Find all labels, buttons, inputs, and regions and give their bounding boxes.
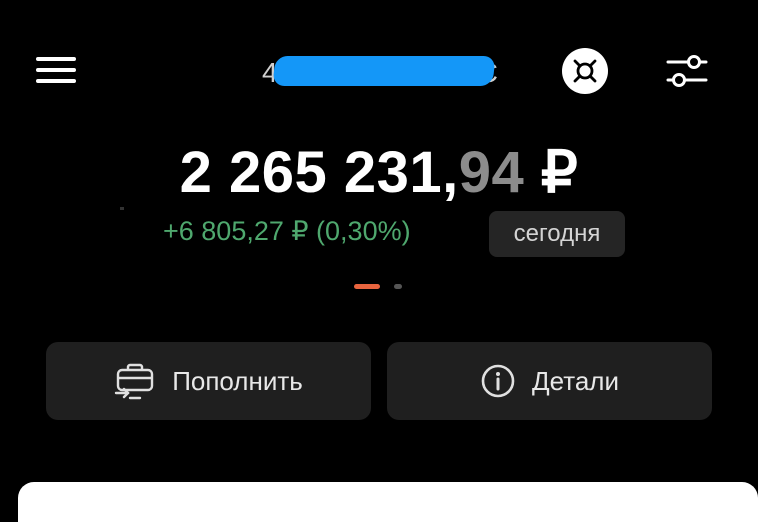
- briefcase-transfer-icon: [114, 363, 154, 400]
- balance-fraction: 94: [458, 140, 525, 205]
- speck: [120, 207, 124, 210]
- details-button[interactable]: Детали: [387, 342, 712, 420]
- generic-currency-icon: [573, 59, 597, 83]
- account-name-redaction: [272, 56, 496, 86]
- period-selector[interactable]: сегодня: [489, 211, 625, 257]
- details-label: Детали: [532, 365, 619, 396]
- top-up-button[interactable]: Пополнить: [46, 342, 371, 420]
- sliders-icon[interactable]: [666, 54, 708, 88]
- balance-currency: ₽: [524, 140, 579, 205]
- account-selector[interactable]: 4 С: [258, 52, 504, 90]
- bottom-sheet[interactable]: [18, 482, 758, 522]
- page-dot-active[interactable]: [354, 284, 380, 289]
- top-up-label: Пополнить: [172, 365, 303, 396]
- portfolio-balance: 2 265 231,94 ₽: [0, 138, 758, 206]
- balance-main: 2 265 231,: [179, 140, 459, 205]
- hamburger-icon[interactable]: [36, 57, 76, 83]
- currency-button[interactable]: [562, 48, 608, 94]
- page-dot[interactable]: [394, 284, 402, 289]
- info-circle-icon: [481, 364, 515, 398]
- daily-change: +6 805,27 ₽ (0,30%): [163, 216, 411, 246]
